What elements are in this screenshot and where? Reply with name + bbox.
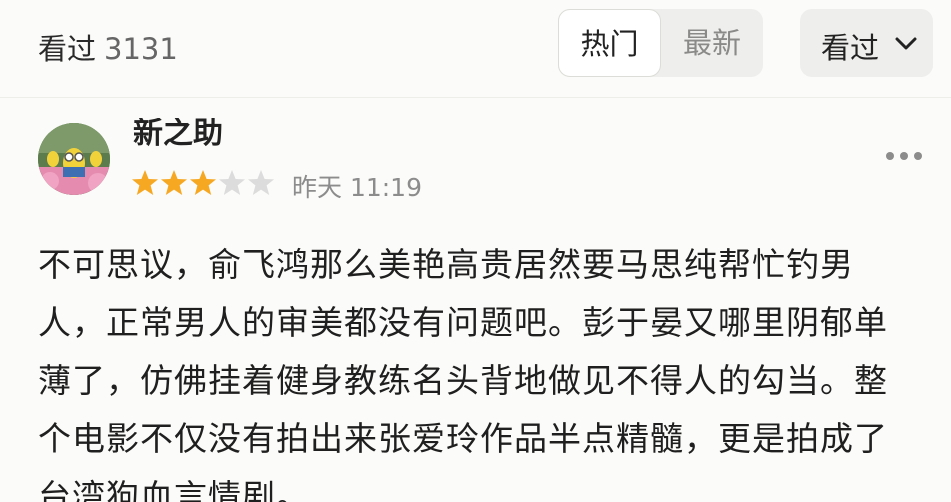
star-empty-icon bbox=[219, 170, 245, 195]
seen-count: 看过 3131 bbox=[38, 26, 178, 68]
star-filled-icon bbox=[132, 170, 158, 195]
review-time: 昨天 11:19 bbox=[292, 173, 422, 202]
avatar-image bbox=[38, 123, 110, 195]
review-text: 不可思议，俞飞鸿那么美艳高贵居然要马思纯帮忙钓男人，正常男人的审美都没有问题吧。… bbox=[38, 245, 888, 502]
tab-latest[interactable]: 最新 bbox=[661, 9, 763, 77]
star-filled-icon bbox=[161, 170, 187, 195]
tab-hot[interactable]: 热门 bbox=[558, 9, 661, 77]
avatar[interactable] bbox=[38, 123, 110, 195]
filter-dropdown[interactable]: 看过 bbox=[800, 9, 933, 77]
sort-toggle: 热门 最新 bbox=[558, 9, 763, 77]
more-options-icon[interactable] bbox=[884, 144, 924, 168]
top-bar: 看过 3131 热门 最新 看过 bbox=[0, 0, 951, 98]
seen-number: 3131 bbox=[104, 32, 178, 66]
chevron-down-icon bbox=[895, 37, 917, 50]
star-empty-icon bbox=[248, 170, 274, 195]
seen-label: 看过 bbox=[38, 32, 97, 66]
filter-label: 看过 bbox=[821, 31, 880, 65]
username[interactable]: 新之助 bbox=[133, 118, 223, 152]
star-filled-icon bbox=[190, 170, 216, 195]
